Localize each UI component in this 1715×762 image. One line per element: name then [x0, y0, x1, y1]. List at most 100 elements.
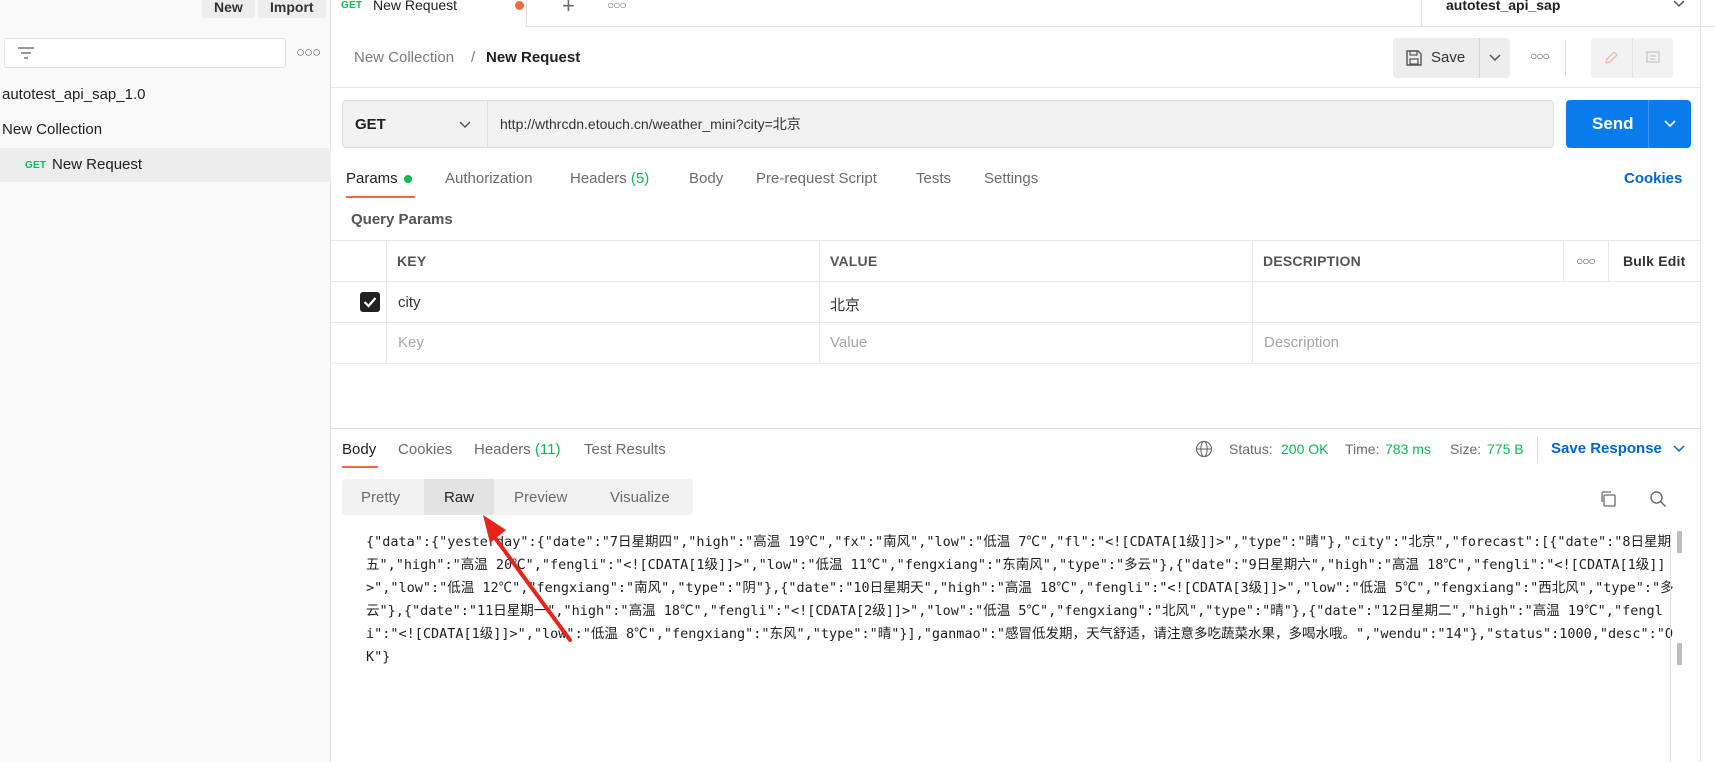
view-preview[interactable]: Preview: [514, 489, 567, 506]
save-button-group: Save: [1393, 38, 1510, 78]
param-enabled-checkbox[interactable]: [360, 292, 380, 312]
globe-icon[interactable]: [1195, 440, 1213, 458]
sidebar-item-collection[interactable]: New Collection: [2, 121, 102, 138]
chevron-down-icon: [1489, 54, 1501, 62]
view-raw[interactable]: Raw: [444, 489, 474, 506]
filter-icon[interactable]: [17, 46, 35, 62]
chevron-down-icon[interactable]: [1664, 120, 1676, 128]
response-scrollbar[interactable]: [1670, 530, 1671, 762]
tab-headers[interactable]: Headers (5): [570, 170, 649, 187]
tab-tests[interactable]: Tests: [916, 170, 951, 187]
size-value[interactable]: 775 B: [1487, 441, 1524, 457]
save-label: Save: [1431, 49, 1466, 66]
add-tab-icon[interactable]: +: [562, 0, 575, 19]
tab-headers-count: (5): [630, 170, 650, 187]
tool-divider: [1632, 38, 1633, 78]
save-response-button[interactable]: Save Response: [1551, 440, 1662, 457]
col-divider-desc: [1563, 240, 1564, 281]
save-options-button[interactable]: [1480, 38, 1510, 78]
response-tab-body[interactable]: Body: [342, 441, 376, 458]
chevron-down-icon[interactable]: [1673, 445, 1685, 453]
sidebar-item-label: New Request: [52, 156, 143, 173]
tab-params[interactable]: Params: [346, 170, 398, 187]
column-header-value: VALUE: [830, 253, 878, 269]
scrollbar-thumb-top[interactable]: [1677, 531, 1682, 553]
sidebar-item-workspace[interactable]: autotest_api_sap_1.0: [2, 86, 145, 103]
params-more-icon[interactable]: ○○○: [1576, 254, 1596, 268]
params-active-dot-icon: [404, 175, 412, 183]
import-button[interactable]: Import: [258, 0, 326, 18]
environment-name: autotest_api_sap: [1446, 0, 1561, 13]
save-button[interactable]: Save: [1393, 38, 1479, 78]
send-label: Send: [1592, 114, 1634, 133]
tab-method: GET: [341, 0, 363, 11]
sidebar: New Import ○○○ autotest_api_sap_1.0 New …: [0, 0, 331, 762]
tab-headers-label: Headers: [570, 170, 627, 187]
status-divider: [1537, 436, 1538, 462]
view-pretty[interactable]: Pretty: [361, 489, 400, 506]
method-value: GET: [355, 116, 386, 133]
response-divider[interactable]: [331, 428, 1701, 429]
toolbar-divider: [1565, 40, 1566, 76]
method-select[interactable]: GET: [342, 100, 487, 148]
sidebar-more-icon[interactable]: ○○○: [296, 44, 321, 61]
tab-more-icon[interactable]: ○○○: [607, 0, 627, 12]
unsaved-dot-icon: [515, 1, 524, 10]
side-tools: [1591, 38, 1673, 78]
tab-body[interactable]: Body: [689, 170, 723, 187]
send-button[interactable]: Send: [1566, 100, 1691, 148]
copy-icon[interactable]: [1599, 490, 1617, 508]
new-description-input[interactable]: Description: [1264, 334, 1339, 351]
breadcrumb-collection[interactable]: New Collection: [354, 49, 454, 66]
query-params-title: Query Params: [351, 211, 453, 228]
param-value-cell[interactable]: 北京: [830, 294, 860, 315]
body-tab-indicator: [342, 466, 378, 468]
size-label: Size:: [1450, 441, 1482, 457]
column-header-description: DESCRIPTION: [1263, 253, 1361, 269]
scrollbar-thumb-bottom[interactable]: [1677, 643, 1682, 665]
response-headers-label: Headers: [474, 441, 531, 458]
breadcrumb-separator: /: [471, 49, 476, 66]
search-icon[interactable]: [1649, 490, 1667, 508]
response-headers-count: (11): [534, 441, 561, 458]
time-value[interactable]: 783 ms: [1385, 441, 1431, 457]
status-label: Status:: [1229, 441, 1273, 457]
check-icon: [363, 297, 377, 308]
method-tag: GET: [25, 160, 47, 171]
url-input[interactable]: http://wthrcdn.etouch.cn/weather_mini?ci…: [487, 100, 1554, 148]
tab-settings[interactable]: Settings: [984, 170, 1038, 187]
comment-icon[interactable]: [1645, 50, 1661, 66]
tab-authorization[interactable]: Authorization: [445, 170, 533, 187]
environment-select[interactable]: autotest_api_sap: [1421, 0, 1715, 27]
send-divider: [1648, 100, 1649, 148]
sidebar-item-request[interactable]: GET New Request: [0, 148, 331, 182]
right-edge-border: [1700, 0, 1701, 762]
table-bottom-border: [331, 363, 1701, 364]
table-row-border: [331, 322, 1701, 323]
param-key-cell[interactable]: city: [398, 294, 421, 311]
col-divider-value: [1252, 240, 1253, 363]
page-title[interactable]: New Request: [486, 49, 580, 66]
filter-input[interactable]: [4, 38, 286, 68]
new-value-input[interactable]: Value: [830, 334, 867, 351]
request-more-icon[interactable]: ○○○: [1530, 49, 1550, 63]
save-icon: [1406, 50, 1422, 66]
bulk-edit-button[interactable]: Bulk Edit: [1623, 253, 1685, 269]
tab-prerequest-script[interactable]: Pre-request Script: [756, 170, 877, 187]
new-key-input[interactable]: Key: [398, 334, 424, 351]
chevron-down-icon: [1673, 0, 1685, 8]
view-visualize[interactable]: Visualize: [610, 489, 670, 506]
edit-icon[interactable]: [1603, 50, 1619, 66]
status-badge[interactable]: 200 OK: [1281, 441, 1328, 457]
new-button[interactable]: New: [202, 0, 255, 18]
table-header-border: [331, 281, 1701, 282]
cookies-link[interactable]: Cookies: [1624, 170, 1682, 187]
time-label: Time:: [1345, 441, 1380, 457]
tab-title: New Request: [373, 0, 458, 13]
table-top-border: [331, 240, 1701, 241]
response-tab-cookies[interactable]: Cookies: [398, 441, 452, 458]
tab-new-request[interactable]: GET New Request: [331, 0, 527, 27]
response-tab-headers[interactable]: Headers (11): [474, 441, 560, 458]
col-divider-more: [1608, 240, 1609, 281]
response-tab-test-results[interactable]: Test Results: [584, 441, 666, 458]
